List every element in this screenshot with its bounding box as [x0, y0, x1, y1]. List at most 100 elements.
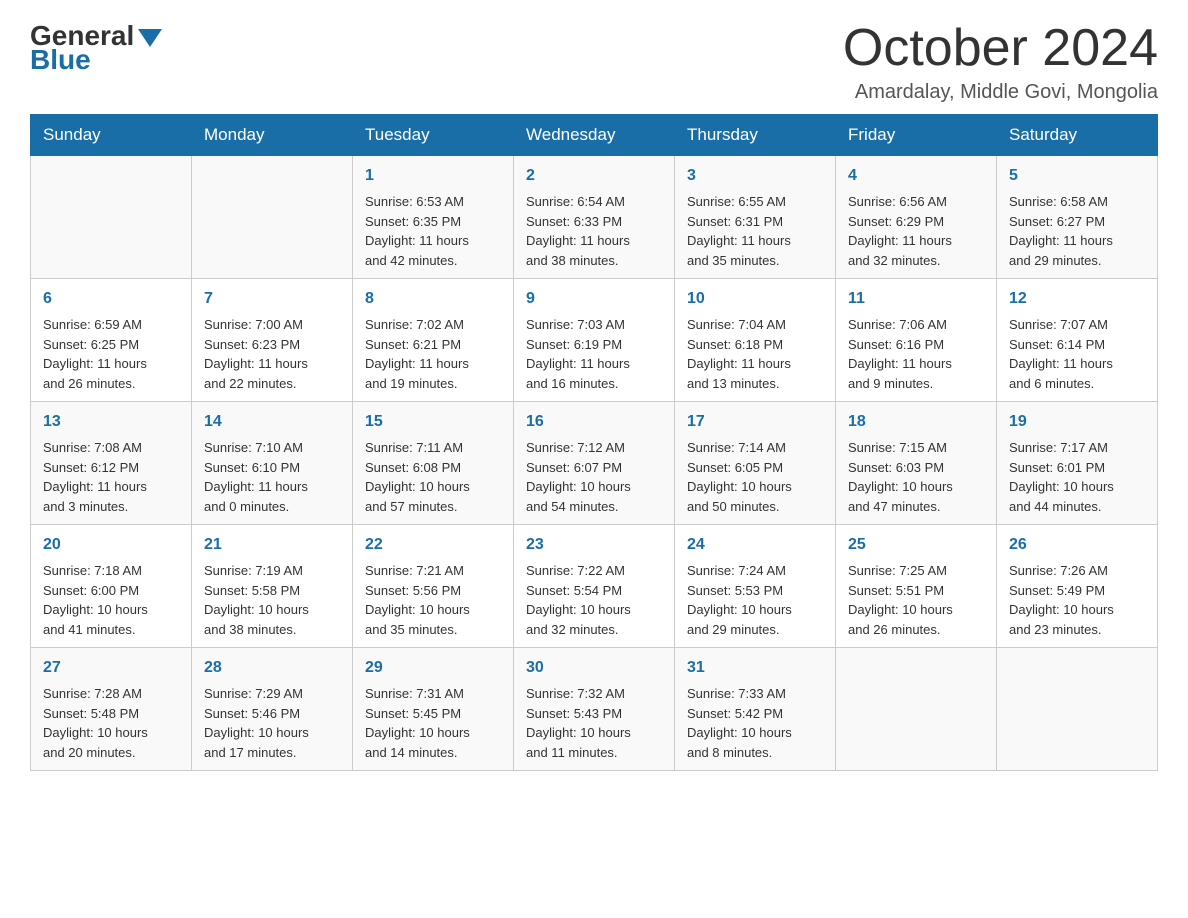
calendar-cell: 14 Sunrise: 7:10 AMSunset: 6:10 PMDayligh…	[192, 402, 353, 525]
calendar-cell: 27 Sunrise: 7:28 AMSunset: 5:48 PMDayligh…	[31, 648, 192, 771]
page-header: General Blue October 2024 Amardalay, Mid…	[30, 20, 1158, 104]
day-number: 29	[365, 656, 501, 680]
calendar-cell: 30 Sunrise: 7:32 AMSunset: 5:43 PMDayligh…	[514, 648, 675, 771]
calendar-cell: 23 Sunrise: 7:22 AMSunset: 5:54 PMDayligh…	[514, 525, 675, 648]
calendar-cell: 12 Sunrise: 7:07 AMSunset: 6:14 PMDayligh…	[997, 279, 1158, 402]
weekday-header-monday: Monday	[192, 115, 353, 156]
day-number: 11	[848, 287, 984, 311]
day-number: 30	[526, 656, 662, 680]
calendar-cell: 1 Sunrise: 6:53 AMSunset: 6:35 PMDaylight…	[353, 156, 514, 279]
calendar-cell: 29Sunrise: 7:31 AMSunset: 5:45 PMDayligh…	[353, 648, 514, 771]
calendar-cell: 28 Sunrise: 7:29 AMSunset: 5:46 PMDayligh…	[192, 648, 353, 771]
calendar-cell: 11 Sunrise: 7:06 AMSunset: 6:16 PMDayligh…	[836, 279, 997, 402]
day-number: 12	[1009, 287, 1145, 311]
day-info: Sunrise: 7:32 AMSunset: 5:43 PMDaylight:…	[526, 684, 662, 762]
calendar-cell: 7Sunrise: 7:00 AMSunset: 6:23 PMDaylight…	[192, 279, 353, 402]
calendar-cell: 16 Sunrise: 7:12 AMSunset: 6:07 PMDayligh…	[514, 402, 675, 525]
day-info: Sunrise: 7:28 AMSunset: 5:48 PMDaylight:…	[43, 684, 179, 762]
day-info: Sunrise: 7:10 AMSunset: 6:10 PMDaylight:…	[204, 438, 340, 516]
day-number: 3	[687, 164, 823, 188]
day-number: 28	[204, 656, 340, 680]
day-info: Sunrise: 7:24 AMSunset: 5:53 PMDaylight:…	[687, 561, 823, 639]
day-number: 23	[526, 533, 662, 557]
day-info: Sunrise: 7:11 AMSunset: 6:08 PMDaylight:…	[365, 438, 501, 516]
day-info: Sunrise: 7:15 AMSunset: 6:03 PMDaylight:…	[848, 438, 984, 516]
day-info: Sunrise: 7:22 AMSunset: 5:54 PMDaylight:…	[526, 561, 662, 639]
day-number: 20	[43, 533, 179, 557]
day-number: 5	[1009, 164, 1145, 188]
calendar-cell: 10Sunrise: 7:04 AMSunset: 6:18 PMDayligh…	[675, 279, 836, 402]
month-title: October 2024	[843, 20, 1158, 77]
day-info: Sunrise: 7:04 AMSunset: 6:18 PMDaylight:…	[687, 315, 823, 393]
calendar-cell	[31, 156, 192, 279]
day-number: 15	[365, 410, 501, 434]
weekday-header-tuesday: Tuesday	[353, 115, 514, 156]
day-info: Sunrise: 7:08 AMSunset: 6:12 PMDaylight:…	[43, 438, 179, 516]
day-number: 17	[687, 410, 823, 434]
calendar-cell: 8 Sunrise: 7:02 AMSunset: 6:21 PMDaylight…	[353, 279, 514, 402]
day-number: 27	[43, 656, 179, 680]
day-number: 18	[848, 410, 984, 434]
calendar-header-row: SundayMondayTuesdayWednesdayThursdayFrid…	[31, 115, 1158, 156]
day-number: 13	[43, 410, 179, 434]
day-info: Sunrise: 6:59 AMSunset: 6:25 PMDaylight:…	[43, 315, 179, 393]
logo-blue-text: Blue	[30, 44, 91, 76]
day-number: 2	[526, 164, 662, 188]
calendar-week-row: 13 Sunrise: 7:08 AMSunset: 6:12 PMDayligh…	[31, 402, 1158, 525]
day-info: Sunrise: 6:58 AMSunset: 6:27 PMDaylight:…	[1009, 192, 1145, 270]
day-number: 19	[1009, 410, 1145, 434]
calendar-table: SundayMondayTuesdayWednesdayThursdayFrid…	[30, 114, 1158, 771]
day-info: Sunrise: 6:55 AMSunset: 6:31 PMDaylight:…	[687, 192, 823, 270]
calendar-cell: 3 Sunrise: 6:55 AMSunset: 6:31 PMDaylight…	[675, 156, 836, 279]
day-info: Sunrise: 6:56 AMSunset: 6:29 PMDaylight:…	[848, 192, 984, 270]
calendar-cell: 31 Sunrise: 7:33 AMSunset: 5:42 PMDayligh…	[675, 648, 836, 771]
day-info: Sunrise: 6:54 AMSunset: 6:33 PMDaylight:…	[526, 192, 662, 270]
calendar-cell: 6Sunrise: 6:59 AMSunset: 6:25 PMDaylight…	[31, 279, 192, 402]
day-number: 26	[1009, 533, 1145, 557]
calendar-cell: 21Sunrise: 7:19 AMSunset: 5:58 PMDayligh…	[192, 525, 353, 648]
day-number: 25	[848, 533, 984, 557]
day-info: Sunrise: 7:06 AMSunset: 6:16 PMDaylight:…	[848, 315, 984, 393]
weekday-header-saturday: Saturday	[997, 115, 1158, 156]
day-info: Sunrise: 7:17 AMSunset: 6:01 PMDaylight:…	[1009, 438, 1145, 516]
weekday-header-wednesday: Wednesday	[514, 115, 675, 156]
calendar-week-row: 1 Sunrise: 6:53 AMSunset: 6:35 PMDaylight…	[31, 156, 1158, 279]
location-text: Amardalay, Middle Govi, Mongolia	[843, 81, 1158, 104]
logo: General Blue	[30, 20, 162, 76]
calendar-cell: 22Sunrise: 7:21 AMSunset: 5:56 PMDayligh…	[353, 525, 514, 648]
calendar-cell: 4 Sunrise: 6:56 AMSunset: 6:29 PMDaylight…	[836, 156, 997, 279]
calendar-cell: 13 Sunrise: 7:08 AMSunset: 6:12 PMDayligh…	[31, 402, 192, 525]
calendar-week-row: 6Sunrise: 6:59 AMSunset: 6:25 PMDaylight…	[31, 279, 1158, 402]
day-number: 8	[365, 287, 501, 311]
calendar-cell	[192, 156, 353, 279]
calendar-week-row: 20Sunrise: 7:18 AMSunset: 6:00 PMDayligh…	[31, 525, 1158, 648]
day-number: 16	[526, 410, 662, 434]
calendar-cell: 25Sunrise: 7:25 AMSunset: 5:51 PMDayligh…	[836, 525, 997, 648]
day-number: 31	[687, 656, 823, 680]
calendar-cell: 19 Sunrise: 7:17 AMSunset: 6:01 PMDayligh…	[997, 402, 1158, 525]
day-info: Sunrise: 7:29 AMSunset: 5:46 PMDaylight:…	[204, 684, 340, 762]
calendar-cell: 20Sunrise: 7:18 AMSunset: 6:00 PMDayligh…	[31, 525, 192, 648]
day-info: Sunrise: 7:00 AMSunset: 6:23 PMDaylight:…	[204, 315, 340, 393]
day-info: Sunrise: 7:07 AMSunset: 6:14 PMDaylight:…	[1009, 315, 1145, 393]
calendar-week-row: 27 Sunrise: 7:28 AMSunset: 5:48 PMDayligh…	[31, 648, 1158, 771]
weekday-header-sunday: Sunday	[31, 115, 192, 156]
day-info: Sunrise: 7:02 AMSunset: 6:21 PMDaylight:…	[365, 315, 501, 393]
day-number: 24	[687, 533, 823, 557]
calendar-cell	[997, 648, 1158, 771]
calendar-cell: 18 Sunrise: 7:15 AMSunset: 6:03 PMDayligh…	[836, 402, 997, 525]
calendar-cell: 9 Sunrise: 7:03 AMSunset: 6:19 PMDaylight…	[514, 279, 675, 402]
title-section: October 2024 Amardalay, Middle Govi, Mon…	[843, 20, 1158, 104]
day-info: Sunrise: 7:12 AMSunset: 6:07 PMDaylight:…	[526, 438, 662, 516]
day-info: Sunrise: 7:26 AMSunset: 5:49 PMDaylight:…	[1009, 561, 1145, 639]
day-info: Sunrise: 7:33 AMSunset: 5:42 PMDaylight:…	[687, 684, 823, 762]
day-info: Sunrise: 6:53 AMSunset: 6:35 PMDaylight:…	[365, 192, 501, 270]
day-number: 14	[204, 410, 340, 434]
day-number: 4	[848, 164, 984, 188]
day-number: 22	[365, 533, 501, 557]
calendar-cell: 24 Sunrise: 7:24 AMSunset: 5:53 PMDayligh…	[675, 525, 836, 648]
day-number: 1	[365, 164, 501, 188]
day-info: Sunrise: 7:03 AMSunset: 6:19 PMDaylight:…	[526, 315, 662, 393]
day-number: 21	[204, 533, 340, 557]
day-number: 9	[526, 287, 662, 311]
